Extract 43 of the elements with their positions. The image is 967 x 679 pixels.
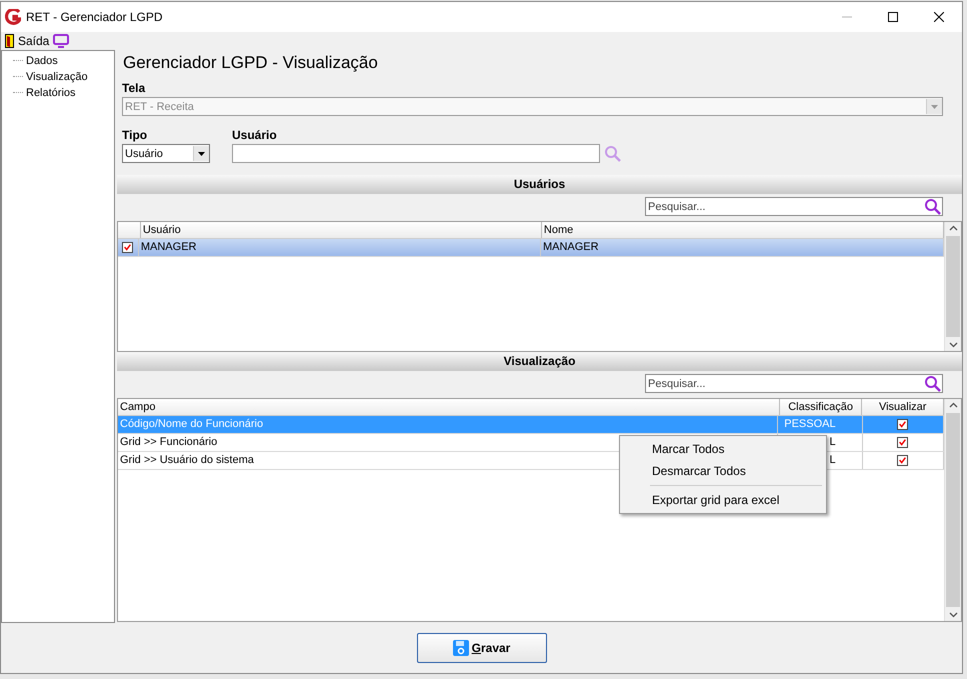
window-title: RET - Gerenciador LGPD [26, 10, 164, 24]
column-header[interactable]: Classificação [780, 399, 862, 415]
checkbox[interactable] [897, 455, 908, 466]
table-cell: L [829, 454, 836, 466]
menu-item[interactable]: Exportar grid para excel [620, 489, 826, 511]
search-field[interactable]: Pesquisar... [645, 197, 943, 216]
table-cell: Código/Nome do Funcionário [118, 416, 778, 433]
save-button[interactable]: Gravar [416, 633, 546, 663]
scrollbar[interactable] [944, 222, 961, 351]
dropdown-arrow-icon [931, 104, 938, 108]
tree-item[interactable]: Relatórios [26, 87, 76, 99]
dropdown-arrow-icon [198, 152, 205, 156]
column-header[interactable]: Campo [118, 399, 780, 415]
tree-item[interactable]: Dados [26, 55, 58, 67]
search-field[interactable]: Pesquisar... [645, 374, 943, 393]
scrollbar-thumb[interactable] [946, 413, 960, 607]
user-input-field[interactable] [232, 144, 600, 163]
maximize-icon [888, 12, 898, 22]
monitor-button[interactable] [53, 34, 70, 48]
checkbox[interactable] [897, 419, 908, 430]
type-dropdown[interactable]: Usuário [122, 144, 210, 163]
search-icon[interactable] [924, 375, 941, 392]
close-icon [934, 12, 944, 22]
field-label: Usuário [232, 128, 278, 142]
table-row[interactable]: MANAGER MANAGER [118, 239, 944, 257]
field-label: Tela [121, 81, 146, 95]
tree-item[interactable]: Visualização [26, 71, 88, 83]
section-header: Visualização [117, 352, 962, 371]
scrollbar-thumb[interactable] [946, 236, 960, 337]
scrollbar[interactable] [944, 399, 961, 621]
table-cell: MANAGER [138, 239, 541, 256]
field-label: Tipo [122, 128, 148, 142]
checkbox[interactable] [897, 437, 908, 448]
app-logo-icon [5, 9, 21, 25]
exit-button[interactable]: Saída [5, 34, 50, 48]
page-heading: Gerenciador LGPD - Visualização [122, 52, 379, 74]
column-header[interactable]: Usuário [140, 222, 542, 238]
table-cell: PESSOAL [784, 418, 836, 430]
door-icon [5, 34, 14, 48]
checkbox[interactable] [122, 242, 134, 253]
table-cell: L [829, 436, 836, 448]
search-icon[interactable] [924, 198, 941, 215]
section-header: Usuários [117, 175, 962, 194]
